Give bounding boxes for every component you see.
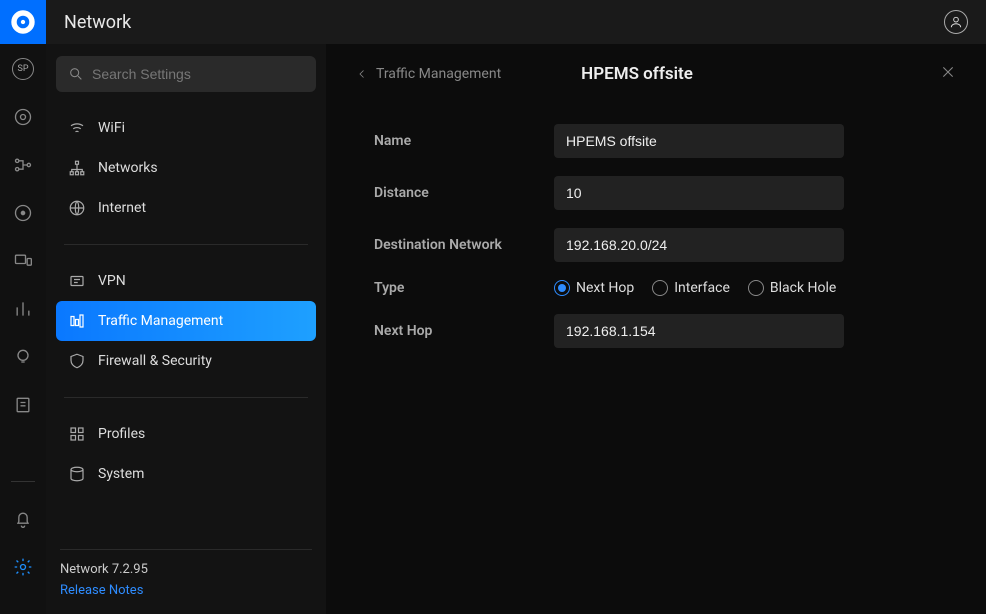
type-radio-next-hop[interactable]: Next Hop [554, 280, 634, 296]
sidebar-item-label: Traffic Management [98, 313, 223, 329]
sidebar-item-label: System [98, 466, 144, 482]
type-radio-group: Next Hop Interface Black Hole [554, 280, 836, 296]
type-radio-black-hole[interactable]: Black Hole [748, 280, 836, 296]
traffic-icon [68, 312, 86, 330]
panel-title: HPEMS offsite [581, 64, 693, 84]
radio-label: Next Hop [576, 280, 634, 296]
sidebar-item-wifi[interactable]: WiFi [56, 108, 316, 148]
titlebar: Network [0, 0, 986, 44]
version-label: Network 7.2.95 [60, 562, 312, 577]
rail-bulb-icon[interactable] [12, 346, 34, 368]
wifi-icon [68, 119, 86, 137]
search-box[interactable] [56, 56, 316, 92]
next-hop-label: Next Hop [374, 323, 554, 339]
page-title: Network [64, 12, 131, 33]
release-notes-link[interactable]: Release Notes [60, 583, 312, 598]
breadcrumb-back[interactable]: Traffic Management [356, 66, 501, 82]
name-label: Name [374, 133, 554, 149]
icon-rail: SP [0, 44, 46, 614]
sidebar-item-label: Firewall & Security [98, 353, 212, 369]
rail-devices-icon[interactable] [12, 250, 34, 272]
sidebar-item-firewall[interactable]: Firewall & Security [56, 341, 316, 381]
content-panel: Traffic Management HPEMS offsite Name Di… [326, 44, 986, 614]
globe-icon [68, 199, 86, 217]
destination-label: Destination Network [374, 237, 554, 253]
sidebar-item-internet[interactable]: Internet [56, 188, 316, 228]
search-icon [68, 66, 84, 82]
rail-record-icon[interactable] [12, 202, 34, 224]
route-form: Name Distance Destination Network Type N… [326, 104, 986, 366]
sidebar-item-vpn[interactable]: VPN [56, 261, 316, 301]
system-icon [68, 465, 86, 483]
vpn-icon [68, 272, 86, 290]
distance-label: Distance [374, 185, 554, 201]
close-icon[interactable] [940, 64, 956, 85]
radio-label: Black Hole [770, 280, 836, 296]
sidebar-item-label: WiFi [98, 120, 125, 136]
rail-topology-icon[interactable] [12, 154, 34, 176]
app-logo [0, 0, 46, 44]
rail-sp-icon[interactable]: SP [12, 58, 34, 80]
sidebar-item-traffic-management[interactable]: Traffic Management [56, 301, 316, 341]
rail-settings-icon[interactable] [12, 556, 34, 578]
type-label: Type [374, 280, 554, 296]
destination-field[interactable] [554, 228, 844, 262]
next-hop-field[interactable] [554, 314, 844, 348]
shield-icon [68, 352, 86, 370]
rail-stats-icon[interactable] [12, 298, 34, 320]
sidebar-item-networks[interactable]: Networks [56, 148, 316, 188]
sidebar-item-system[interactable]: System [56, 454, 316, 494]
sidebar-item-profiles[interactable]: Profiles [56, 414, 316, 454]
search-input[interactable] [92, 66, 304, 82]
type-radio-interface[interactable]: Interface [652, 280, 730, 296]
settings-sidebar: WiFi Networks Internet VPN Traffic Manag… [46, 44, 326, 614]
rail-target-icon[interactable] [12, 106, 34, 128]
sidebar-item-label: Internet [98, 200, 146, 216]
name-field[interactable] [554, 124, 844, 158]
networks-icon [68, 159, 86, 177]
account-avatar-icon[interactable] [944, 10, 968, 34]
radio-label: Interface [674, 280, 730, 296]
profiles-icon [68, 425, 86, 443]
sidebar-item-label: Networks [98, 160, 158, 176]
rail-notes-icon[interactable] [12, 394, 34, 416]
rail-bell-icon[interactable] [12, 508, 34, 530]
distance-field[interactable] [554, 176, 844, 210]
sidebar-item-label: VPN [98, 273, 126, 289]
sidebar-item-label: Profiles [98, 426, 145, 442]
chevron-left-icon [356, 68, 368, 80]
breadcrumb-label: Traffic Management [376, 66, 501, 82]
